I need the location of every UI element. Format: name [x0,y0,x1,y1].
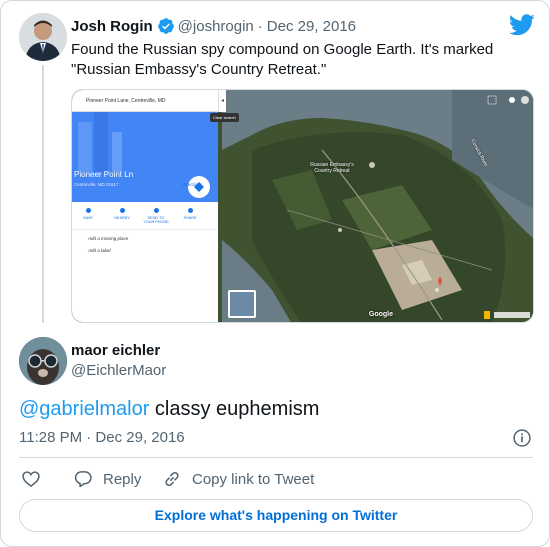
directions-label[interactable]: Directions [182,182,202,187]
mention-link[interactable]: @gabrielmalor [19,398,149,420]
place-address: Centreville, MD 21617 [74,182,119,187]
copy-link-button[interactable]: Copy link to Tweet [162,469,314,489]
reply-bubble-icon [74,471,92,488]
directions-icon[interactable] [188,176,210,198]
clear-search-tooltip: Clear search [210,113,239,122]
map-search-box[interactable]: Pioneer Point Lane, Centreville, MD [72,90,218,112]
info-icon[interactable] [512,428,532,448]
verified-badge-icon [157,18,174,34]
reply-text-body: classy euphemism [149,398,320,420]
add-missing-place-link[interactable]: Add a missing place [88,236,128,241]
reply-button[interactable]: Reply [73,469,141,489]
tweet-media-map-screenshot[interactable]: Pioneer Point Lane, Centreville, MD Pion… [71,89,534,323]
place-actions: SAVE NEARBY SEND TO YOUR PHONE SHARE [72,202,218,230]
avatar[interactable] [19,13,67,61]
like-button[interactable] [21,469,51,489]
share-action[interactable]: SHARE [176,208,204,220]
map-search-text: Pioneer Point Lane, Centreville, MD [86,97,166,104]
reply-author-name[interactable]: maor eichler [71,342,160,359]
collapse-panel-icon[interactable]: ◂ [218,90,226,112]
copy-link-label: Copy link to Tweet [192,470,315,488]
add-label-link[interactable]: Add a label [88,248,111,253]
map-place-label: Russian Embassy's Country Retreat [310,162,354,174]
explore-twitter-button[interactable]: Explore what's happening on Twitter [19,499,533,532]
maps-side-panel: Pioneer Point Lane, Centreville, MD Pion… [72,90,218,322]
actions-divider [19,457,533,458]
place-hero: Pioneer Point Ln Centreville, MD 21617 [72,112,218,202]
nearby-action[interactable]: NEARBY [108,208,136,220]
reply-tweet-text: @gabrielmalor classy euphemism [19,397,319,421]
quoted-tweet-header: Josh Rogin @joshrogin · Dec 29, 2016 [71,17,356,35]
place-title: Pioneer Point Ln [74,170,134,179]
reply-timestamp[interactable]: 11:28 PM · Dec 29, 2016 [19,429,185,446]
save-action[interactable]: SAVE [74,208,102,220]
twitter-bird-icon[interactable] [509,14,535,36]
reply-label: Reply [103,470,142,488]
tweet-embed-card: Josh Rogin @joshrogin · Dec 29, 2016 Fou… [0,0,550,547]
reply-author-handle[interactable]: @EichlerMaor [71,362,166,379]
avatar[interactable] [19,337,67,385]
separator-dot: · [257,17,263,35]
tweet-date[interactable]: Dec 29, 2016 [267,18,356,35]
earth-view-thumbnail[interactable] [228,290,256,318]
author-name[interactable]: Josh Rogin [71,18,153,35]
author-handle[interactable]: @joshrogin [178,18,254,35]
send-to-phone-action[interactable]: SEND TO YOUR PHONE [142,208,170,224]
heart-icon [22,471,40,488]
quoted-tweet-text: Found the Russian spy compound on Google… [71,41,494,78]
thread-connector-line [42,65,44,323]
google-logo: Google [368,311,393,318]
link-icon [165,471,179,487]
